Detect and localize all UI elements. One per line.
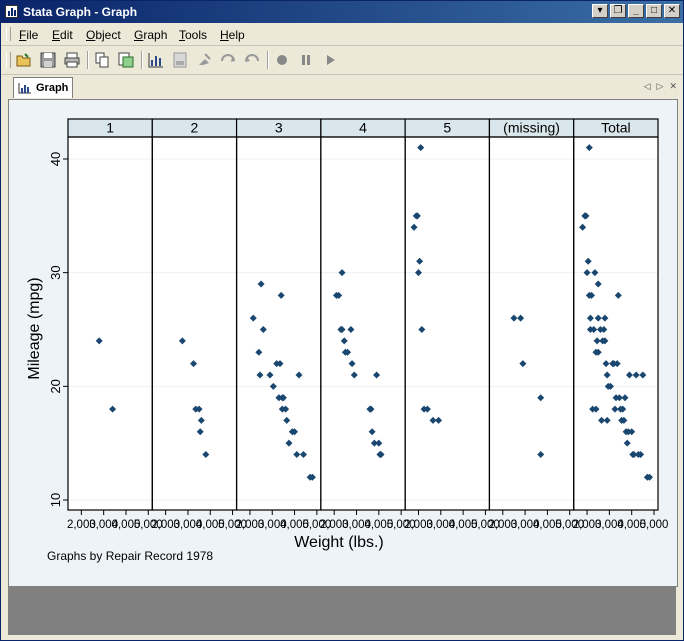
tab-next-icon[interactable]: ▷ xyxy=(657,81,664,92)
menubar-grip[interactable] xyxy=(6,27,11,41)
panel-label: Total xyxy=(601,120,631,136)
plot-region xyxy=(68,137,658,510)
redo-icon[interactable] xyxy=(243,51,261,69)
print-icon[interactable] xyxy=(63,51,81,69)
graph-editor-icon[interactable] xyxy=(147,51,165,69)
object-browser-icon[interactable] xyxy=(171,51,189,69)
toolbar-grip[interactable] xyxy=(6,52,11,68)
maximize-button[interactable]: □ xyxy=(646,4,662,18)
play-icon[interactable] xyxy=(321,51,339,69)
x-tick-label: 5,000 xyxy=(640,519,669,531)
stata-graph-icon xyxy=(5,5,18,18)
y-tick-label: 30 xyxy=(48,265,63,279)
restore-icon[interactable]: ❐ xyxy=(610,4,626,18)
menu-tools[interactable]: Tools xyxy=(179,28,207,42)
panel-label: (missing) xyxy=(503,120,560,136)
close-button[interactable]: ✕ xyxy=(664,4,680,18)
panel-label: 5 xyxy=(443,120,451,136)
y-tick-label: 20 xyxy=(48,379,63,393)
y-tick-label: 40 xyxy=(48,152,63,166)
graph-note: Graphs by Repair Record 1978 xyxy=(47,549,213,563)
x-axis-title: Weight (lbs.) xyxy=(294,534,384,551)
pointer-tool-icon[interactable] xyxy=(195,51,213,69)
menu-file[interactable]: File xyxy=(19,28,38,42)
pause-icon[interactable] xyxy=(297,51,315,69)
open-graph-icon[interactable] xyxy=(15,51,33,69)
y-tick-label: 10 xyxy=(48,493,63,507)
menu-edit[interactable]: Edit xyxy=(52,28,73,42)
menu-object[interactable]: Object xyxy=(86,28,121,42)
scatter-chart: 12,0003,0004,0005,00022,0003,0004,0005,0… xyxy=(26,118,669,563)
menu-graph[interactable]: Graph xyxy=(134,28,167,42)
undo-icon[interactable] xyxy=(219,51,237,69)
restore-down-icon[interactable]: ▾ xyxy=(592,4,608,18)
rename-graph-icon[interactable] xyxy=(117,51,135,69)
menu-help[interactable]: Help xyxy=(220,28,245,42)
tab-graph[interactable]: Graph xyxy=(13,77,74,98)
tab-graph-label: Graph xyxy=(36,82,69,94)
tab-close-icon[interactable]: ✕ xyxy=(669,81,677,92)
menu-bar: File Edit Object Graph Tools Help xyxy=(1,23,683,46)
tab-strip: Graph ◁ ▷ ✕ xyxy=(1,75,683,99)
toolbar xyxy=(1,46,683,75)
graph-tab-icon xyxy=(18,83,31,94)
minimize-button[interactable]: _ xyxy=(628,4,644,18)
record-icon[interactable] xyxy=(273,51,291,69)
window-title: Stata Graph - Graph xyxy=(23,5,138,19)
graph-window: Stata Graph - Graph ▾ ❐ _ □ ✕ File Edit Ob… xyxy=(0,0,684,641)
panel-label: 1 xyxy=(106,120,114,136)
panel-label: 4 xyxy=(359,120,367,136)
gray-footer-area xyxy=(8,586,676,635)
panel-label: 3 xyxy=(275,120,283,136)
copy-icon[interactable] xyxy=(93,51,111,69)
y-axis-title: Mileage (mpg) xyxy=(26,277,43,379)
panel-label: 2 xyxy=(191,120,199,136)
tab-prev-icon[interactable]: ◁ xyxy=(644,81,651,92)
save-icon[interactable] xyxy=(39,51,57,69)
title-bar[interactable]: Stata Graph - Graph ▾ ❐ _ □ ✕ xyxy=(1,1,683,23)
graph-canvas: 1 2,000 3,000 4,000 5,000 2 2,000 3,000 4,000 5,0… xyxy=(8,99,678,587)
